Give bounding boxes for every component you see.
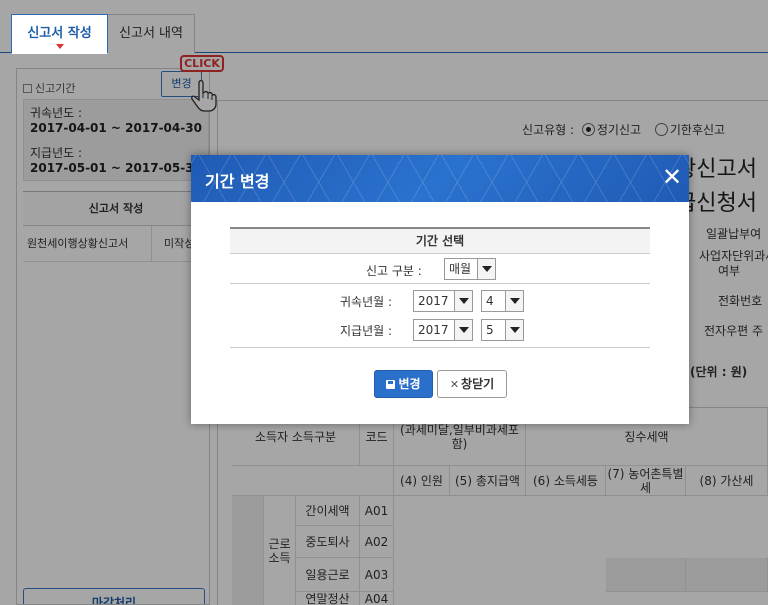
pay-month-label: 지급년월 :: [340, 324, 393, 338]
period-rows: 귀속년월 : 2017 4 지급년월 : 2017 5: [230, 284, 650, 348]
attr-month-value: 4: [486, 294, 494, 308]
attr-year-select[interactable]: 2017: [413, 290, 473, 312]
chevron-down-icon: [454, 320, 472, 340]
modal-close-button[interactable]: ✕ 창닫기: [437, 370, 507, 398]
tab-report-write[interactable]: 신고서 작성: [11, 14, 108, 54]
period-change-modal: 기간 변경 ✕ 기간 선택 신고 구분 : 매월 귀속년월 : 2017 4 지…: [191, 155, 689, 424]
attr-month-select[interactable]: 4: [481, 290, 524, 312]
report-kind-row: 신고 구분 : 매월: [230, 254, 650, 284]
report-kind-value: 매월: [449, 262, 472, 276]
save-icon: [386, 380, 396, 389]
chevron-down-icon: [477, 259, 495, 279]
close-small-icon: ✕: [449, 378, 460, 391]
tab-report-write-label: 신고서 작성: [27, 26, 92, 41]
tab-active-caret-icon: [56, 44, 64, 49]
chevron-down-icon: [505, 291, 523, 311]
modal-change-label: 변경: [398, 377, 421, 391]
attr-year-value: 2017: [418, 294, 449, 308]
modal-change-button[interactable]: 변경: [374, 370, 433, 398]
modal-title: 기간 변경: [205, 172, 270, 191]
report-kind-label: 신고 구분 :: [366, 264, 422, 278]
period-select-table: 기간 선택 신고 구분 : 매월 귀속년월 : 2017 4 지급년월 : 20…: [230, 227, 650, 348]
attr-month-label: 귀속년월 :: [340, 295, 393, 309]
modal-close-label: 창닫기: [461, 377, 495, 391]
modal-header: 기간 변경 ✕: [191, 155, 689, 202]
close-icon[interactable]: ✕: [661, 165, 683, 189]
pay-year-select[interactable]: 2017: [413, 319, 473, 341]
period-select-header: 기간 선택: [230, 229, 650, 254]
report-kind-select[interactable]: 매월: [444, 258, 496, 280]
chevron-down-icon: [505, 320, 523, 340]
pay-year-value: 2017: [418, 323, 449, 337]
pay-month-value: 5: [486, 323, 494, 337]
pay-month-select[interactable]: 5: [481, 319, 524, 341]
chevron-down-icon: [454, 291, 472, 311]
